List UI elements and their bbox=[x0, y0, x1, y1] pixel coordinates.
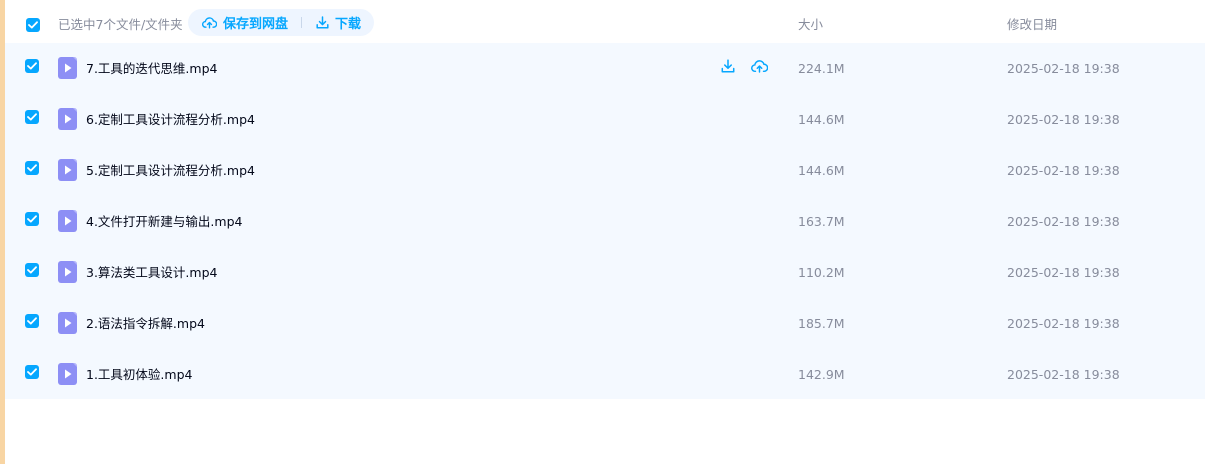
video-file-icon bbox=[58, 363, 77, 389]
select-all-checkbox[interactable] bbox=[26, 18, 40, 32]
check-icon bbox=[27, 266, 37, 274]
file-modified-date: 2025-02-18 19:38 bbox=[1007, 61, 1120, 76]
file-size: 224.1M bbox=[798, 61, 845, 76]
file-name[interactable]: 5.定制工具设计流程分析.mp4 bbox=[86, 162, 255, 180]
save-to-cloud-label: 保存到网盘 bbox=[223, 17, 289, 32]
file-name[interactable]: 6.定制工具设计流程分析.mp4 bbox=[86, 111, 255, 129]
check-icon bbox=[27, 113, 37, 121]
action-divider bbox=[301, 17, 302, 28]
file-modified-date: 2025-02-18 19:38 bbox=[1007, 265, 1120, 280]
file-size: 142.9M bbox=[798, 367, 845, 382]
selection-count-text: 已选中7个文件/文件夹 bbox=[58, 17, 183, 32]
file-row[interactable]: 6.定制工具设计流程分析.mp4 144.6M 2025-02-18 19:38 bbox=[5, 94, 1205, 145]
check-icon bbox=[27, 164, 37, 172]
row-save-to-cloud-button[interactable] bbox=[751, 58, 769, 77]
video-file-icon bbox=[58, 159, 77, 185]
file-name[interactable]: 7.工具的迭代思维.mp4 bbox=[86, 60, 217, 78]
file-size: 144.6M bbox=[798, 112, 845, 127]
row-checkbox[interactable] bbox=[25, 59, 39, 73]
row-checkbox[interactable] bbox=[25, 110, 39, 124]
file-row[interactable]: 1.工具初体验.mp4 142.9M 2025-02-18 19:38 bbox=[5, 349, 1205, 400]
check-icon bbox=[27, 62, 37, 70]
check-icon bbox=[27, 368, 37, 376]
cloud-upload-icon bbox=[751, 60, 769, 73]
file-row[interactable]: 3.算法类工具设计.mp4 110.2M 2025-02-18 19:38 bbox=[5, 247, 1205, 298]
file-modified-date: 2025-02-18 19:38 bbox=[1007, 163, 1120, 178]
row-checkbox[interactable] bbox=[25, 314, 39, 328]
row-checkbox[interactable] bbox=[25, 212, 39, 226]
video-file-icon bbox=[58, 261, 77, 287]
check-icon bbox=[27, 215, 37, 223]
file-modified-date: 2025-02-18 19:38 bbox=[1007, 316, 1120, 331]
file-name[interactable]: 1.工具初体验.mp4 bbox=[86, 366, 192, 384]
video-file-icon bbox=[58, 108, 77, 134]
file-size: 144.6M bbox=[798, 163, 845, 178]
file-name[interactable]: 2.语法指令拆解.mp4 bbox=[86, 315, 205, 333]
save-to-cloud-button[interactable]: 保存到网盘 bbox=[202, 9, 288, 36]
file-row[interactable]: 2.语法指令拆解.mp4 185.7M 2025-02-18 19:38 bbox=[5, 298, 1205, 349]
download-button[interactable]: 下载 bbox=[316, 9, 361, 36]
file-row[interactable]: 5.定制工具设计流程分析.mp4 144.6M 2025-02-18 19:38 bbox=[5, 145, 1205, 196]
file-modified-date: 2025-02-18 19:38 bbox=[1007, 367, 1120, 382]
video-file-icon bbox=[58, 210, 77, 236]
download-icon bbox=[316, 16, 329, 29]
row-download-button[interactable] bbox=[721, 58, 735, 77]
file-name[interactable]: 3.算法类工具设计.mp4 bbox=[86, 264, 217, 282]
file-size: 163.7M bbox=[798, 214, 845, 229]
file-size: 185.7M bbox=[798, 316, 845, 331]
row-checkbox[interactable] bbox=[25, 365, 39, 379]
cloud-upload-icon bbox=[202, 17, 217, 29]
download-icon bbox=[721, 59, 735, 73]
batch-action-bar: 保存到网盘 下载 bbox=[188, 9, 374, 36]
row-checkbox[interactable] bbox=[25, 161, 39, 175]
file-modified-date: 2025-02-18 19:38 bbox=[1007, 112, 1120, 127]
file-list-header: 已选中7个文件/文件夹 保存到网盘 下载 大小 修改日期 bbox=[5, 0, 1205, 44]
check-icon bbox=[27, 317, 37, 325]
file-row[interactable]: 4.文件打开新建与输出.mp4 163.7M 2025-02-18 19:38 bbox=[5, 196, 1205, 247]
video-file-icon bbox=[58, 57, 77, 83]
file-list: 7.工具的迭代思维.mp4 224.1M 2025-02-18 19:38 6.… bbox=[5, 43, 1205, 399]
download-label: 下载 bbox=[335, 17, 362, 32]
file-modified-date: 2025-02-18 19:38 bbox=[1007, 214, 1120, 229]
file-size: 110.2M bbox=[798, 265, 845, 280]
check-icon bbox=[28, 21, 38, 29]
file-row[interactable]: 7.工具的迭代思维.mp4 224.1M 2025-02-18 19:38 bbox=[5, 43, 1205, 94]
column-header-date[interactable]: 修改日期 bbox=[1007, 16, 1057, 34]
row-checkbox[interactable] bbox=[25, 263, 39, 277]
video-file-icon bbox=[58, 312, 77, 338]
file-name[interactable]: 4.文件打开新建与输出.mp4 bbox=[86, 213, 242, 231]
column-header-size[interactable]: 大小 bbox=[798, 16, 823, 34]
